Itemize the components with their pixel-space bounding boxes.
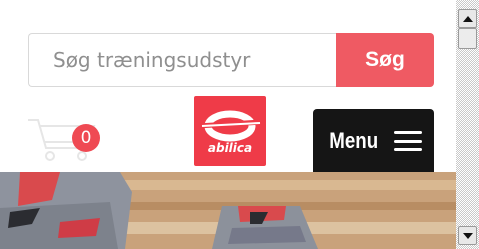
cart-button[interactable]: 0 xyxy=(26,114,106,166)
logo-text: abilica xyxy=(207,141,253,155)
page: Søg 0 abilica Menu xyxy=(0,0,456,249)
scrollbar-thumb[interactable] xyxy=(458,28,477,49)
scroll-up-button[interactable] xyxy=(458,9,477,28)
vertical-scrollbar[interactable] xyxy=(456,0,479,249)
menu-button[interactable]: Menu xyxy=(313,109,434,173)
cart-count-badge: 0 xyxy=(72,124,100,152)
arrow-down-icon xyxy=(462,232,473,239)
search-button[interactable]: Søg xyxy=(336,33,434,87)
scroll-down-button[interactable] xyxy=(458,226,477,245)
arrow-up-icon xyxy=(462,15,473,22)
hero-image xyxy=(0,172,456,249)
menu-label: Menu xyxy=(329,128,378,153)
search-input[interactable] xyxy=(28,33,336,87)
logo-swoosh-icon xyxy=(197,110,263,142)
search-form: Søg xyxy=(28,33,434,87)
abilica-logo[interactable]: abilica xyxy=(194,96,266,166)
hamburger-icon xyxy=(394,131,423,151)
